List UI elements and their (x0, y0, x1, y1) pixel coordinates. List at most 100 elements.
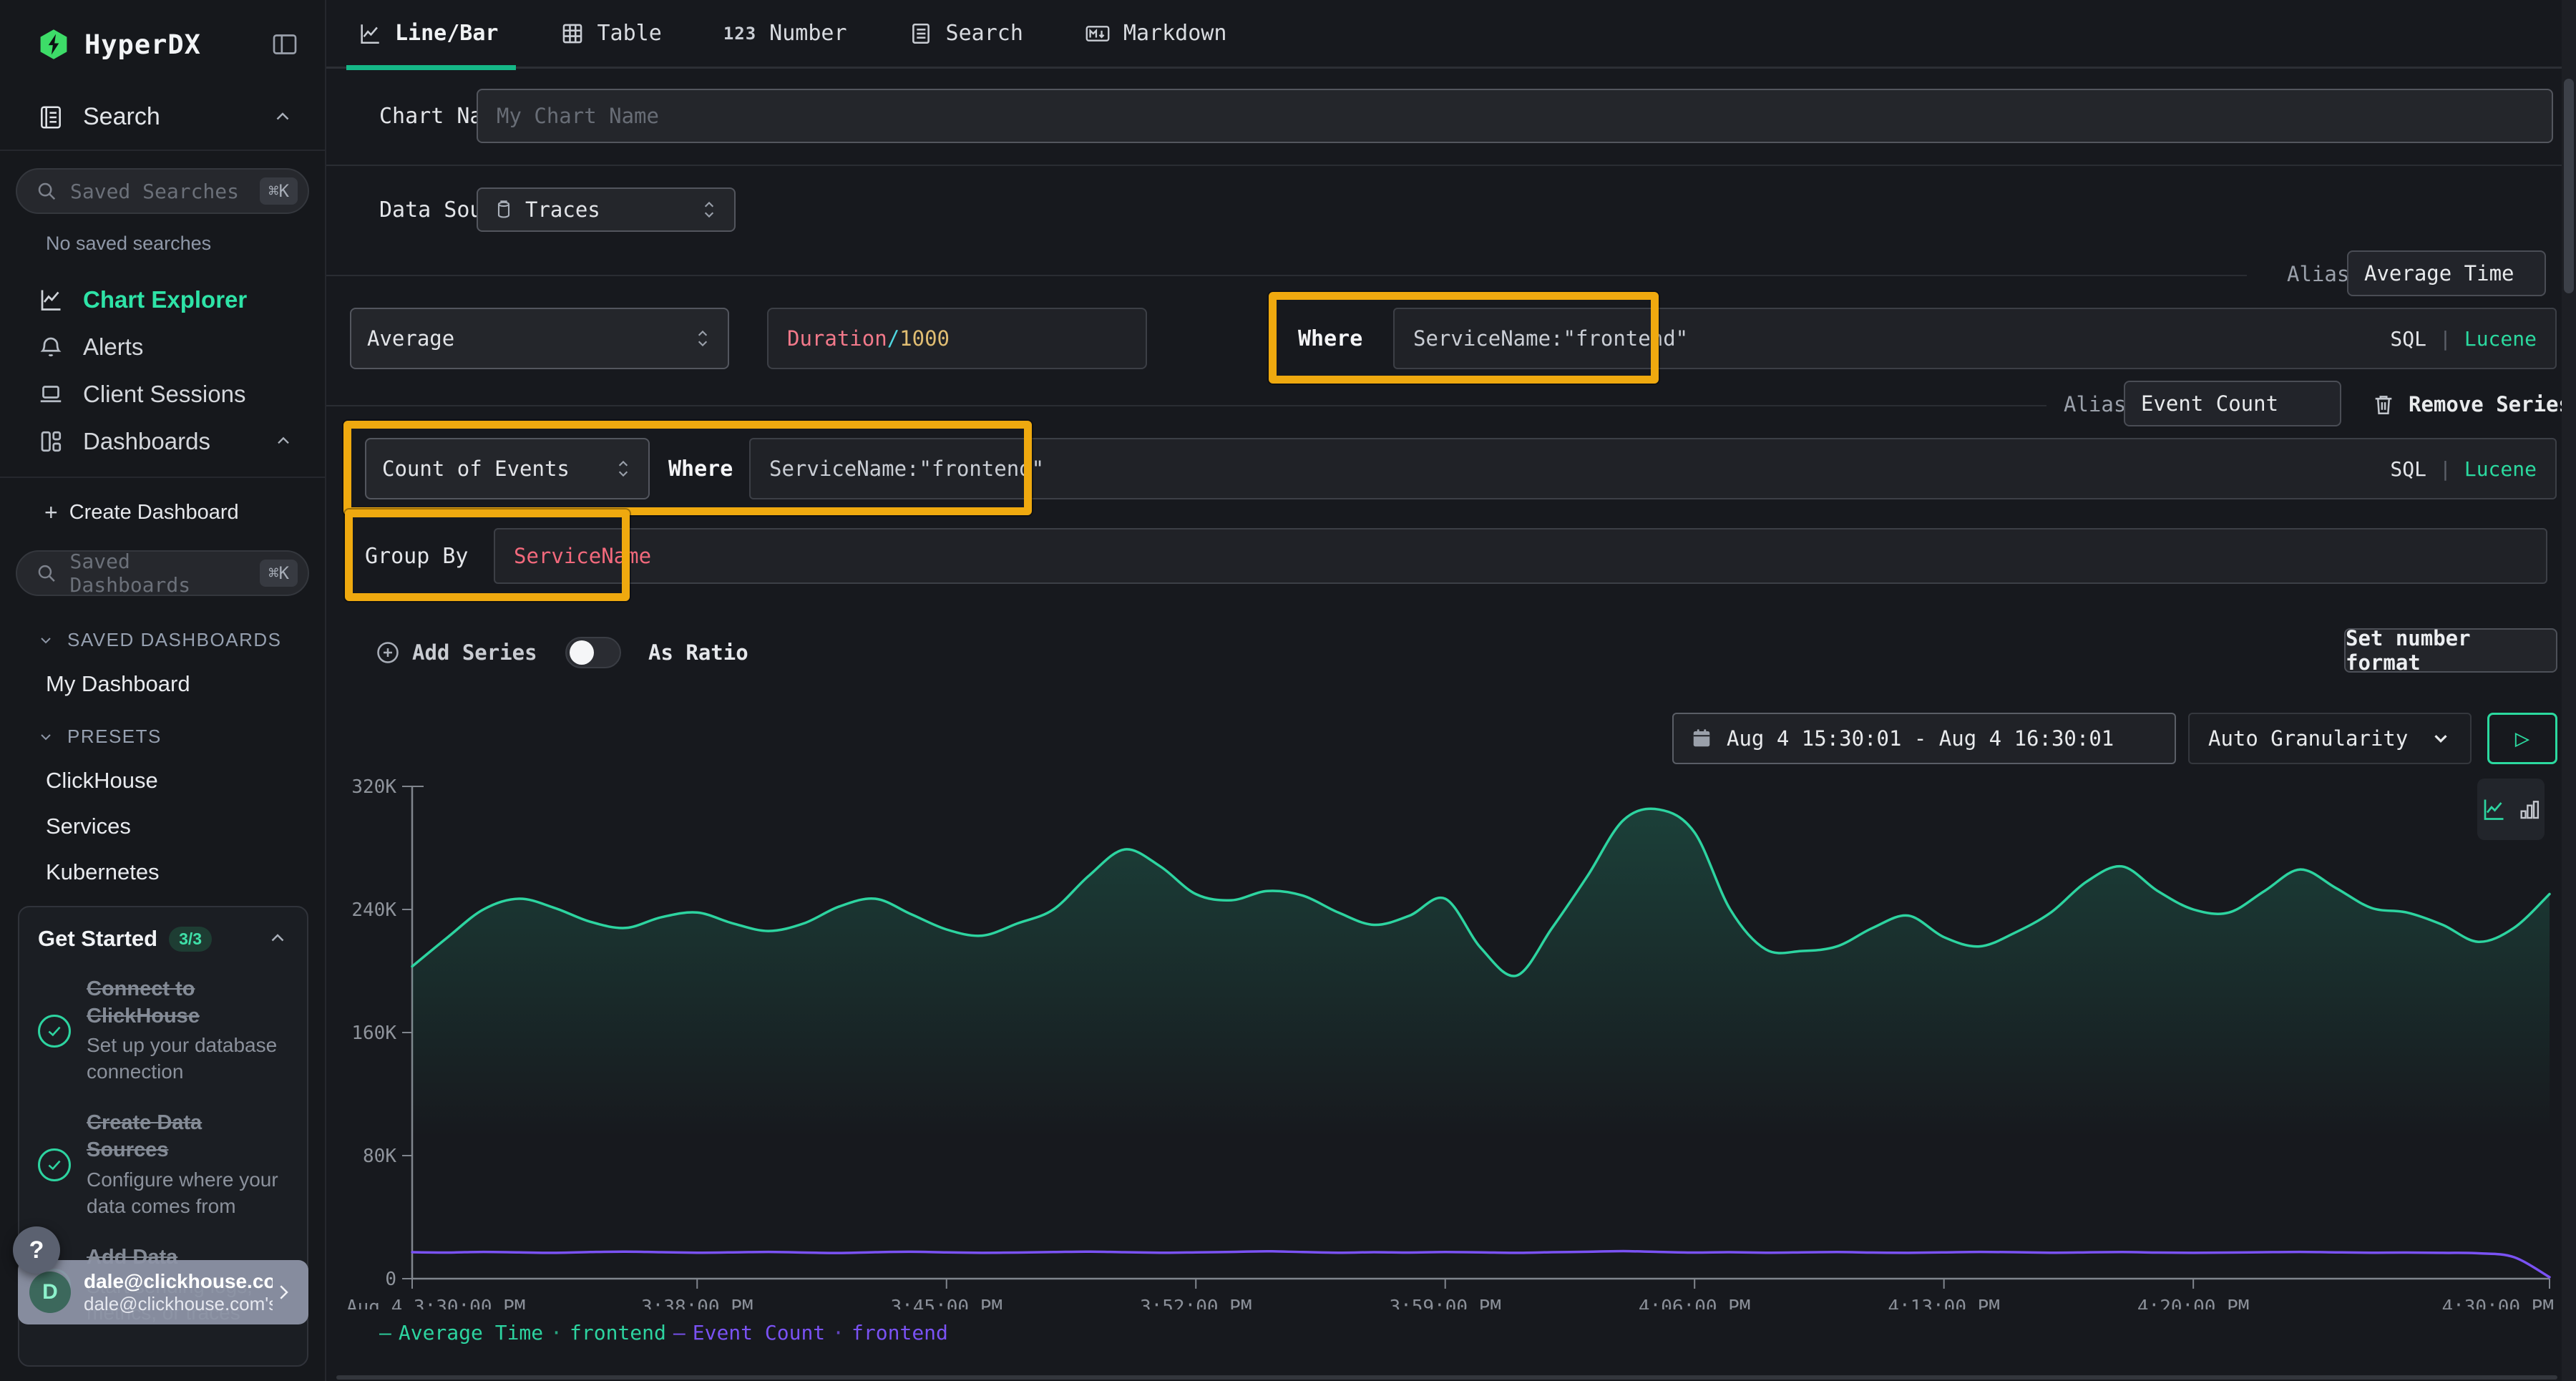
svg-text:4:30:00 PM: 4:30:00 PM (2441, 1297, 2554, 1309)
sidebar-item-label: Client Sessions (83, 381, 245, 408)
scrollbar-thumb[interactable] (2564, 79, 2574, 293)
svg-text:320K: 320K (351, 776, 396, 798)
chart-type-tabbar: Line/Bar Table 123 Number Search Markdow… (326, 0, 2576, 69)
chevron-up-icon[interactable] (267, 928, 288, 950)
field-token-duration: Duration (787, 326, 887, 351)
tab-table[interactable]: Table (560, 0, 662, 68)
create-dashboard-button[interactable]: + Create Dashboard (44, 499, 325, 526)
sidebar-item-my-dashboard[interactable]: My Dashboard (46, 671, 325, 697)
series2-alias-value: Event Count (2141, 391, 2278, 416)
vertical-scrollbar[interactable] (2562, 0, 2576, 1381)
series1-where-input[interactable]: ServiceName:"frontend" SQL | Lucene (1393, 308, 2557, 369)
mode-separator: | (2439, 327, 2451, 351)
legend-label: Event Count (693, 1321, 825, 1345)
set-number-format-button[interactable]: Set number format (2344, 628, 2557, 673)
sidebar-item-kubernetes[interactable]: Kubernetes (46, 859, 325, 885)
chart-explorer-icon (37, 287, 64, 313)
series2-alias-input[interactable]: Event Count (2124, 381, 2341, 426)
sql-mode-button[interactable]: SQL (2390, 457, 2426, 481)
bell-icon (37, 334, 64, 360)
tab-search[interactable]: Search (909, 0, 1023, 68)
chevron-up-icon[interactable] (273, 431, 293, 452)
svg-text:0: 0 (385, 1269, 396, 1290)
chart-name-input[interactable]: My Chart Name (477, 89, 2553, 143)
sidebar-item-alerts[interactable]: Alerts (0, 323, 325, 371)
shortcut-badge: ⌘K (260, 560, 298, 587)
plus-circle-icon (375, 640, 401, 665)
divider (326, 405, 2046, 406)
chevron-up-icon[interactable] (272, 107, 293, 128)
alias-label: Alias (2287, 252, 2349, 296)
sidebar-section-search[interactable]: Search (0, 103, 325, 131)
help-button[interactable]: ? (13, 1226, 60, 1274)
chart-svg[interactable]: 320K240K160K80K0Aug 4 3:30:00 PM3:38:00 … (326, 737, 2576, 1309)
get-started-task[interactable]: Connect to ClickHouse Set up your databa… (38, 976, 288, 1085)
legend-service: frontend (852, 1321, 948, 1345)
sidebar-nav: Chart Explorer Alerts Client Sessions Da… (0, 276, 325, 465)
series2-aggregation-select[interactable]: Count of Events (365, 438, 650, 499)
series2-aggregation-value: Count of Events (382, 457, 570, 481)
remove-series-button[interactable]: Remove Series (2371, 382, 2571, 426)
markdown-icon (1085, 21, 1111, 46)
search-section-icon (37, 104, 64, 131)
horizontal-scrollbar[interactable] (336, 1375, 2557, 1380)
group-by-input[interactable]: ServiceName (494, 528, 2547, 584)
group-by-value: ServiceName (514, 544, 651, 568)
sidebar-item-services[interactable]: Services (46, 814, 325, 839)
get-started-task[interactable]: Create Data Sources Configure where your… (38, 1110, 288, 1219)
series1-where-value: ServiceName:"frontend" (1413, 326, 1688, 351)
legend-service: frontend (570, 1321, 666, 1345)
tab-label: Line/Bar (395, 21, 499, 46)
task-title: Create Data Sources (87, 1110, 288, 1163)
sidebar-item-client-sessions[interactable]: Client Sessions (0, 371, 325, 418)
sidebar-item-chart-explorer[interactable]: Chart Explorer (0, 276, 325, 323)
tab-label: Search (946, 21, 1023, 46)
user-menu[interactable]: D dale@clickhouse.com dale@clickhouse.co… (18, 1260, 308, 1324)
table-icon (560, 21, 585, 46)
field-token-1000: 1000 (899, 326, 950, 351)
plus-icon: + (44, 499, 58, 526)
section-header-label: PRESETS (67, 726, 162, 748)
sidebar-item-clickhouse[interactable]: ClickHouse (46, 768, 325, 794)
tab-number[interactable]: 123 Number (723, 0, 847, 68)
sidebar-item-dashboards[interactable]: Dashboards (0, 418, 325, 465)
presets-section-header[interactable]: PRESETS (37, 726, 325, 748)
hyperdx-logo-icon (37, 27, 70, 62)
chevron-down-icon (37, 632, 54, 649)
saved-dashboards-input[interactable]: Saved Dashboards ⌘K (16, 550, 309, 596)
chevron-right-icon (273, 1282, 294, 1303)
as-ratio-text: As Ratio (648, 640, 748, 665)
mode-separator: | (2439, 457, 2451, 481)
tab-label: Markdown (1123, 21, 1227, 46)
series1-alias-input[interactable]: Average Time (2347, 250, 2546, 296)
series1-field-input[interactable]: Duration/1000 (767, 308, 1147, 369)
series2-where-input[interactable]: ServiceName:"frontend" SQL | Lucene (749, 438, 2557, 499)
as-ratio-toggle[interactable] (565, 637, 621, 668)
legend-item-event-count[interactable]: — Event Count · frontend (673, 1321, 948, 1345)
series1-aggregation-select[interactable]: Average (350, 308, 729, 369)
sql-mode-button[interactable]: SQL (2390, 327, 2426, 351)
task-desc: Configure where your data comes from (87, 1167, 288, 1220)
svg-text:4:20:00 PM: 4:20:00 PM (2137, 1297, 2250, 1309)
lucene-mode-button[interactable]: Lucene (2464, 327, 2537, 351)
tab-line-bar[interactable]: Line/Bar (358, 0, 499, 68)
sidebar-item-label: Dashboards (83, 428, 210, 455)
create-dashboard-label: Create Dashboard (69, 501, 239, 524)
legend-dash: — (673, 1321, 686, 1345)
chevron-down-icon (37, 728, 54, 746)
data-source-select[interactable]: Traces (477, 187, 736, 232)
group-by-label: Group By (365, 530, 469, 582)
saved-dashboards-section-header[interactable]: SAVED DASHBOARDS (37, 629, 325, 651)
legend-item-average-time[interactable]: — Average Time · frontend (379, 1321, 666, 1345)
line-chart-icon (358, 21, 382, 46)
saved-searches-input[interactable]: Saved Searches ⌘K (16, 168, 309, 214)
search-section-label: Search (83, 103, 160, 131)
svg-text:4:13:00 PM: 4:13:00 PM (1888, 1297, 2000, 1309)
add-series-button[interactable]: Add Series (375, 633, 537, 673)
get-started-header[interactable]: Get Started 3/3 (38, 926, 288, 952)
lucene-mode-button[interactable]: Lucene (2464, 457, 2537, 481)
collapse-sidebar-icon[interactable] (270, 30, 299, 59)
tab-markdown[interactable]: Markdown (1085, 0, 1227, 68)
svg-text:4:06:00 PM: 4:06:00 PM (1639, 1297, 1751, 1309)
select-chevrons-icon (693, 328, 712, 349)
